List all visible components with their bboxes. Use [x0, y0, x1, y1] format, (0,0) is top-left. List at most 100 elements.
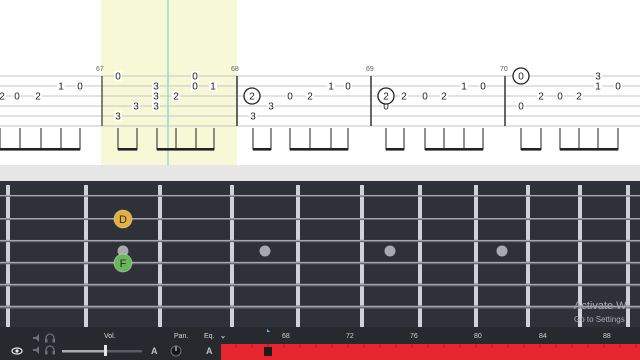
svg-text:F: F	[120, 258, 127, 270]
speaker-icon[interactable]	[33, 334, 39, 342]
bar-number-69: 69	[366, 66, 374, 73]
tab-note[interactable]: 2	[440, 91, 448, 103]
svg-text:0: 0	[345, 82, 351, 93]
tab-staff[interactable]: 67 68 69 70 2 0 21 00300 13 2333 330 21 002 0 21 00…	[0, 0, 640, 165]
svg-text:3: 3	[133, 102, 139, 113]
tab-note[interactable]: 0	[479, 81, 487, 93]
svg-text:0: 0	[14, 92, 20, 103]
headphones-icon-track[interactable]	[45, 345, 55, 355]
tab-note[interactable]: 1	[460, 81, 468, 93]
svg-text:3: 3	[268, 102, 274, 113]
tab-note[interactable]: 3	[152, 101, 160, 113]
svg-text:0: 0	[77, 82, 83, 93]
bar-number-70: 70	[500, 66, 508, 73]
timeline-bar-76: 76	[410, 333, 418, 340]
panel-separator	[0, 165, 640, 181]
eye-icon[interactable]	[11, 347, 23, 355]
timeline-cursor-block	[264, 347, 272, 356]
tab-note[interactable]: 1	[594, 81, 602, 93]
svg-text:1: 1	[210, 82, 216, 93]
tab-note[interactable]: 2	[0, 91, 6, 103]
tab-note[interactable]: 2	[34, 91, 42, 103]
tab-note[interactable]: 1	[57, 81, 65, 93]
fretboard-note-marker[interactable]: D	[113, 209, 133, 229]
tab-note[interactable]: 3	[267, 101, 275, 113]
svg-text:0: 0	[615, 82, 621, 93]
svg-text:1: 1	[595, 82, 601, 93]
volume-slider[interactable]	[62, 345, 142, 356]
pan-label: Pan.	[174, 333, 189, 340]
fretboard-string	[0, 239, 640, 243]
activation-watermark-subtitle: Go to Settings	[574, 315, 625, 324]
tab-note[interactable]: 0	[421, 91, 429, 103]
automation-a-label[interactable]: A	[151, 346, 158, 356]
tab-note[interactable]: 2	[172, 91, 180, 103]
svg-text:2: 2	[173, 92, 179, 103]
track-mixer-bar: Vol. Pan. Eq. A A	[0, 327, 640, 360]
track-timeline[interactable]	[221, 344, 640, 360]
eq-dropdown-icon[interactable]	[221, 335, 225, 339]
fret-inlay-dot	[384, 245, 396, 257]
svg-text:0: 0	[518, 72, 524, 83]
tab-note[interactable]: 1	[209, 81, 217, 93]
speaker-icon-track[interactable]	[33, 346, 39, 354]
tab-note[interactable]: 1	[327, 81, 335, 93]
svg-text:0: 0	[422, 92, 428, 103]
tab-note[interactable]: 0	[13, 91, 21, 103]
timeline-bar-84: 84	[539, 333, 547, 340]
tab-note-circled[interactable]: 2	[377, 87, 395, 105]
fretboard-string	[0, 261, 640, 265]
svg-text:2: 2	[538, 92, 544, 103]
timeline-bar-72: 72	[346, 333, 354, 340]
tab-note-circled[interactable]: 2	[243, 87, 261, 105]
svg-text:2: 2	[35, 92, 41, 103]
timeline-bar-68: 68	[282, 333, 290, 340]
svg-text:3: 3	[115, 112, 121, 123]
svg-text:0: 0	[287, 92, 293, 103]
tab-note[interactable]: 0	[191, 81, 199, 93]
headphones-icon[interactable]	[45, 333, 55, 343]
svg-text:2: 2	[441, 92, 447, 103]
playhead-marker	[267, 329, 270, 332]
tab-note[interactable]: 0	[114, 71, 122, 83]
svg-text:2: 2	[383, 92, 389, 103]
tab-note[interactable]: 2	[400, 91, 408, 103]
tab-score-area[interactable]: 67 68 69 70 2021003001323333302100202100…	[0, 0, 640, 165]
fretboard-string	[0, 305, 640, 309]
tab-note[interactable]: 2	[306, 91, 314, 103]
svg-text:2: 2	[249, 92, 255, 103]
fretboard-view[interactable]: DF	[0, 181, 640, 327]
tab-note[interactable]: 0	[517, 101, 525, 113]
tab-note[interactable]: 0	[614, 81, 622, 93]
svg-text:2: 2	[0, 92, 5, 103]
eq-label: Eq.	[204, 333, 215, 340]
tab-note[interactable]: 0	[556, 91, 564, 103]
volume-label: Vol.	[104, 333, 116, 340]
pan-knob[interactable]	[170, 345, 182, 357]
tab-note[interactable]: 3	[132, 101, 140, 113]
svg-text:0: 0	[115, 72, 121, 83]
svg-text:0: 0	[480, 82, 486, 93]
fretboard[interactable]: DF	[0, 181, 640, 327]
fretboard-string	[0, 283, 640, 287]
activation-watermark-title: Activate Wi	[574, 300, 630, 312]
tab-note[interactable]: 3	[114, 111, 122, 123]
fret-inlay-dot	[496, 245, 508, 257]
tab-note[interactable]: 2	[537, 91, 545, 103]
tab-note[interactable]: 0	[344, 81, 352, 93]
bar-number-68: 68	[231, 66, 239, 73]
eq-automation-a-label[interactable]: A	[206, 346, 213, 356]
tab-note[interactable]: 3	[249, 111, 257, 123]
tab-note[interactable]: 0	[286, 91, 294, 103]
svg-text:3: 3	[250, 112, 256, 123]
svg-text:2: 2	[401, 92, 407, 103]
svg-text:1: 1	[461, 82, 467, 93]
tab-note[interactable]: 2	[575, 91, 583, 103]
tab-note[interactable]: 0	[76, 81, 84, 93]
tab-note-circled[interactable]: 0	[512, 67, 530, 85]
svg-text:3: 3	[153, 102, 159, 113]
fretboard-note-marker[interactable]: F	[113, 253, 133, 273]
timeline-bar-80: 80	[474, 333, 482, 340]
fretboard-string	[0, 194, 640, 197]
fret-inlay-dot	[259, 245, 271, 257]
